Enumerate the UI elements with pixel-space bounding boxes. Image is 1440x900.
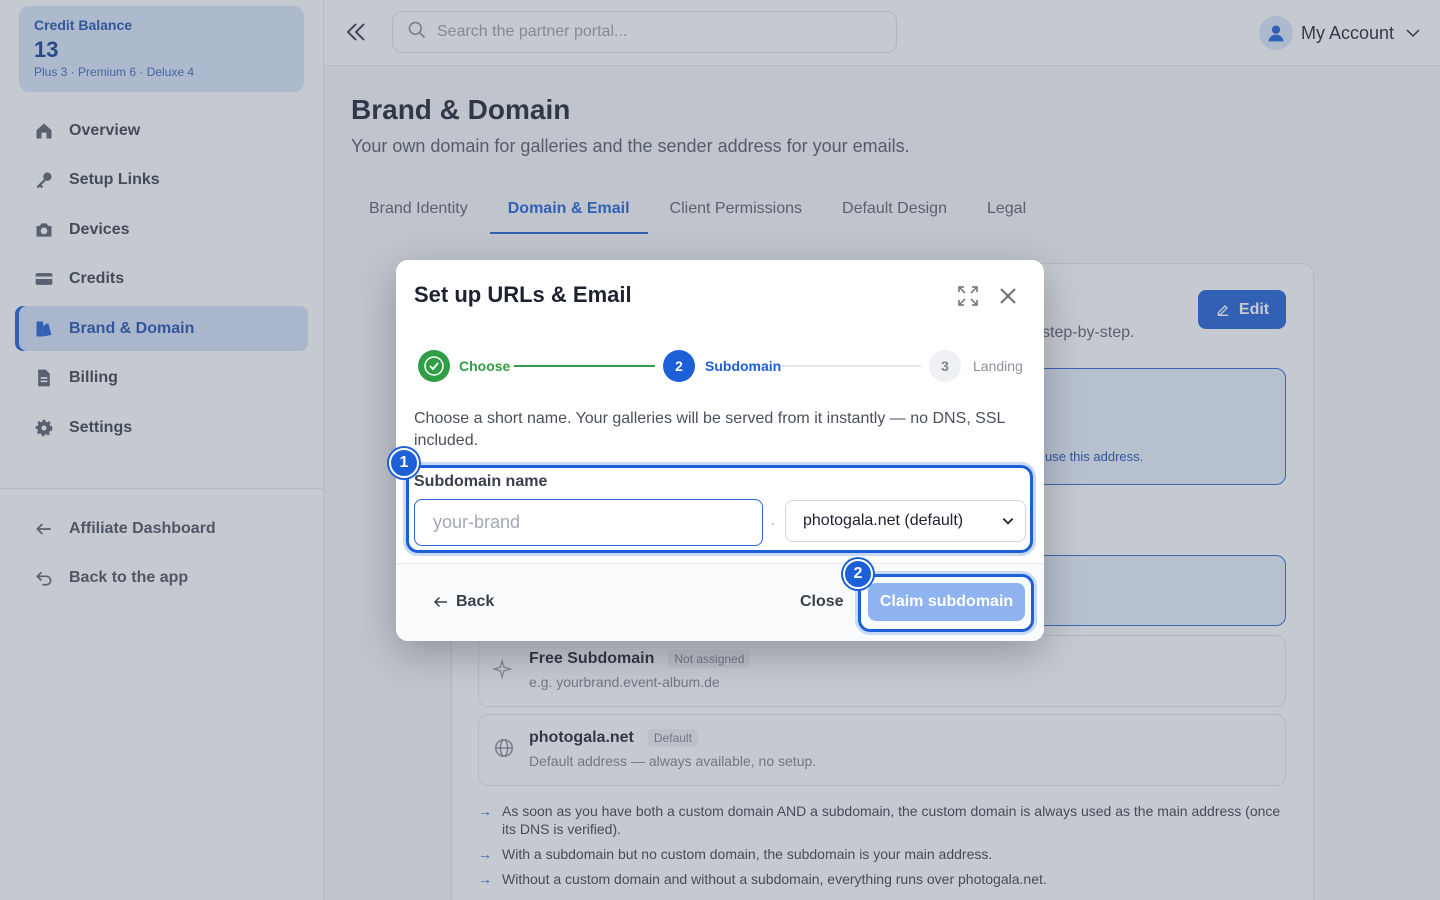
stepper: Choose 2 Subdomain 3 Landing [418, 349, 1026, 383]
step-label-choose: Choose [459, 358, 511, 374]
domain-separator: . [771, 512, 775, 528]
step-label-subdomain: Subdomain [705, 358, 782, 374]
annotation-marker-2: 2 [843, 559, 873, 589]
step-connector-pending [781, 365, 921, 367]
subdomain-input[interactable] [414, 499, 763, 546]
setup-urls-dialog: Set up URLs & Email Choose 2 Subdomain 3… [389, 260, 1044, 641]
check-circle-icon [424, 356, 444, 376]
back-label: Back [456, 593, 495, 610]
close-icon[interactable] [996, 284, 1020, 308]
annotation-marker-1: 1 [389, 448, 419, 478]
expand-icon[interactable] [956, 284, 980, 308]
step-connector-done [514, 365, 655, 367]
chevron-down-icon [1001, 514, 1015, 533]
step-2-active: 2 [663, 350, 695, 382]
dialog-title: Set up URLs & Email [414, 282, 632, 307]
step-1-done [418, 350, 450, 382]
domain-select-value: photogala.net (default) [803, 512, 964, 529]
close-button[interactable]: Close [800, 593, 844, 611]
arrow-left-icon [433, 596, 447, 608]
step-label-landing: Landing [973, 358, 1023, 374]
claim-subdomain-button[interactable]: Claim subdomain [868, 583, 1025, 621]
dialog-description: Choose a short name. Your galleries will… [414, 410, 1005, 449]
domain-select[interactable]: photogala.net (default) [785, 500, 1026, 542]
back-button[interactable]: Back [432, 593, 494, 611]
step-3-pending: 3 [929, 350, 961, 382]
subdomain-label: Subdomain name [414, 473, 548, 490]
